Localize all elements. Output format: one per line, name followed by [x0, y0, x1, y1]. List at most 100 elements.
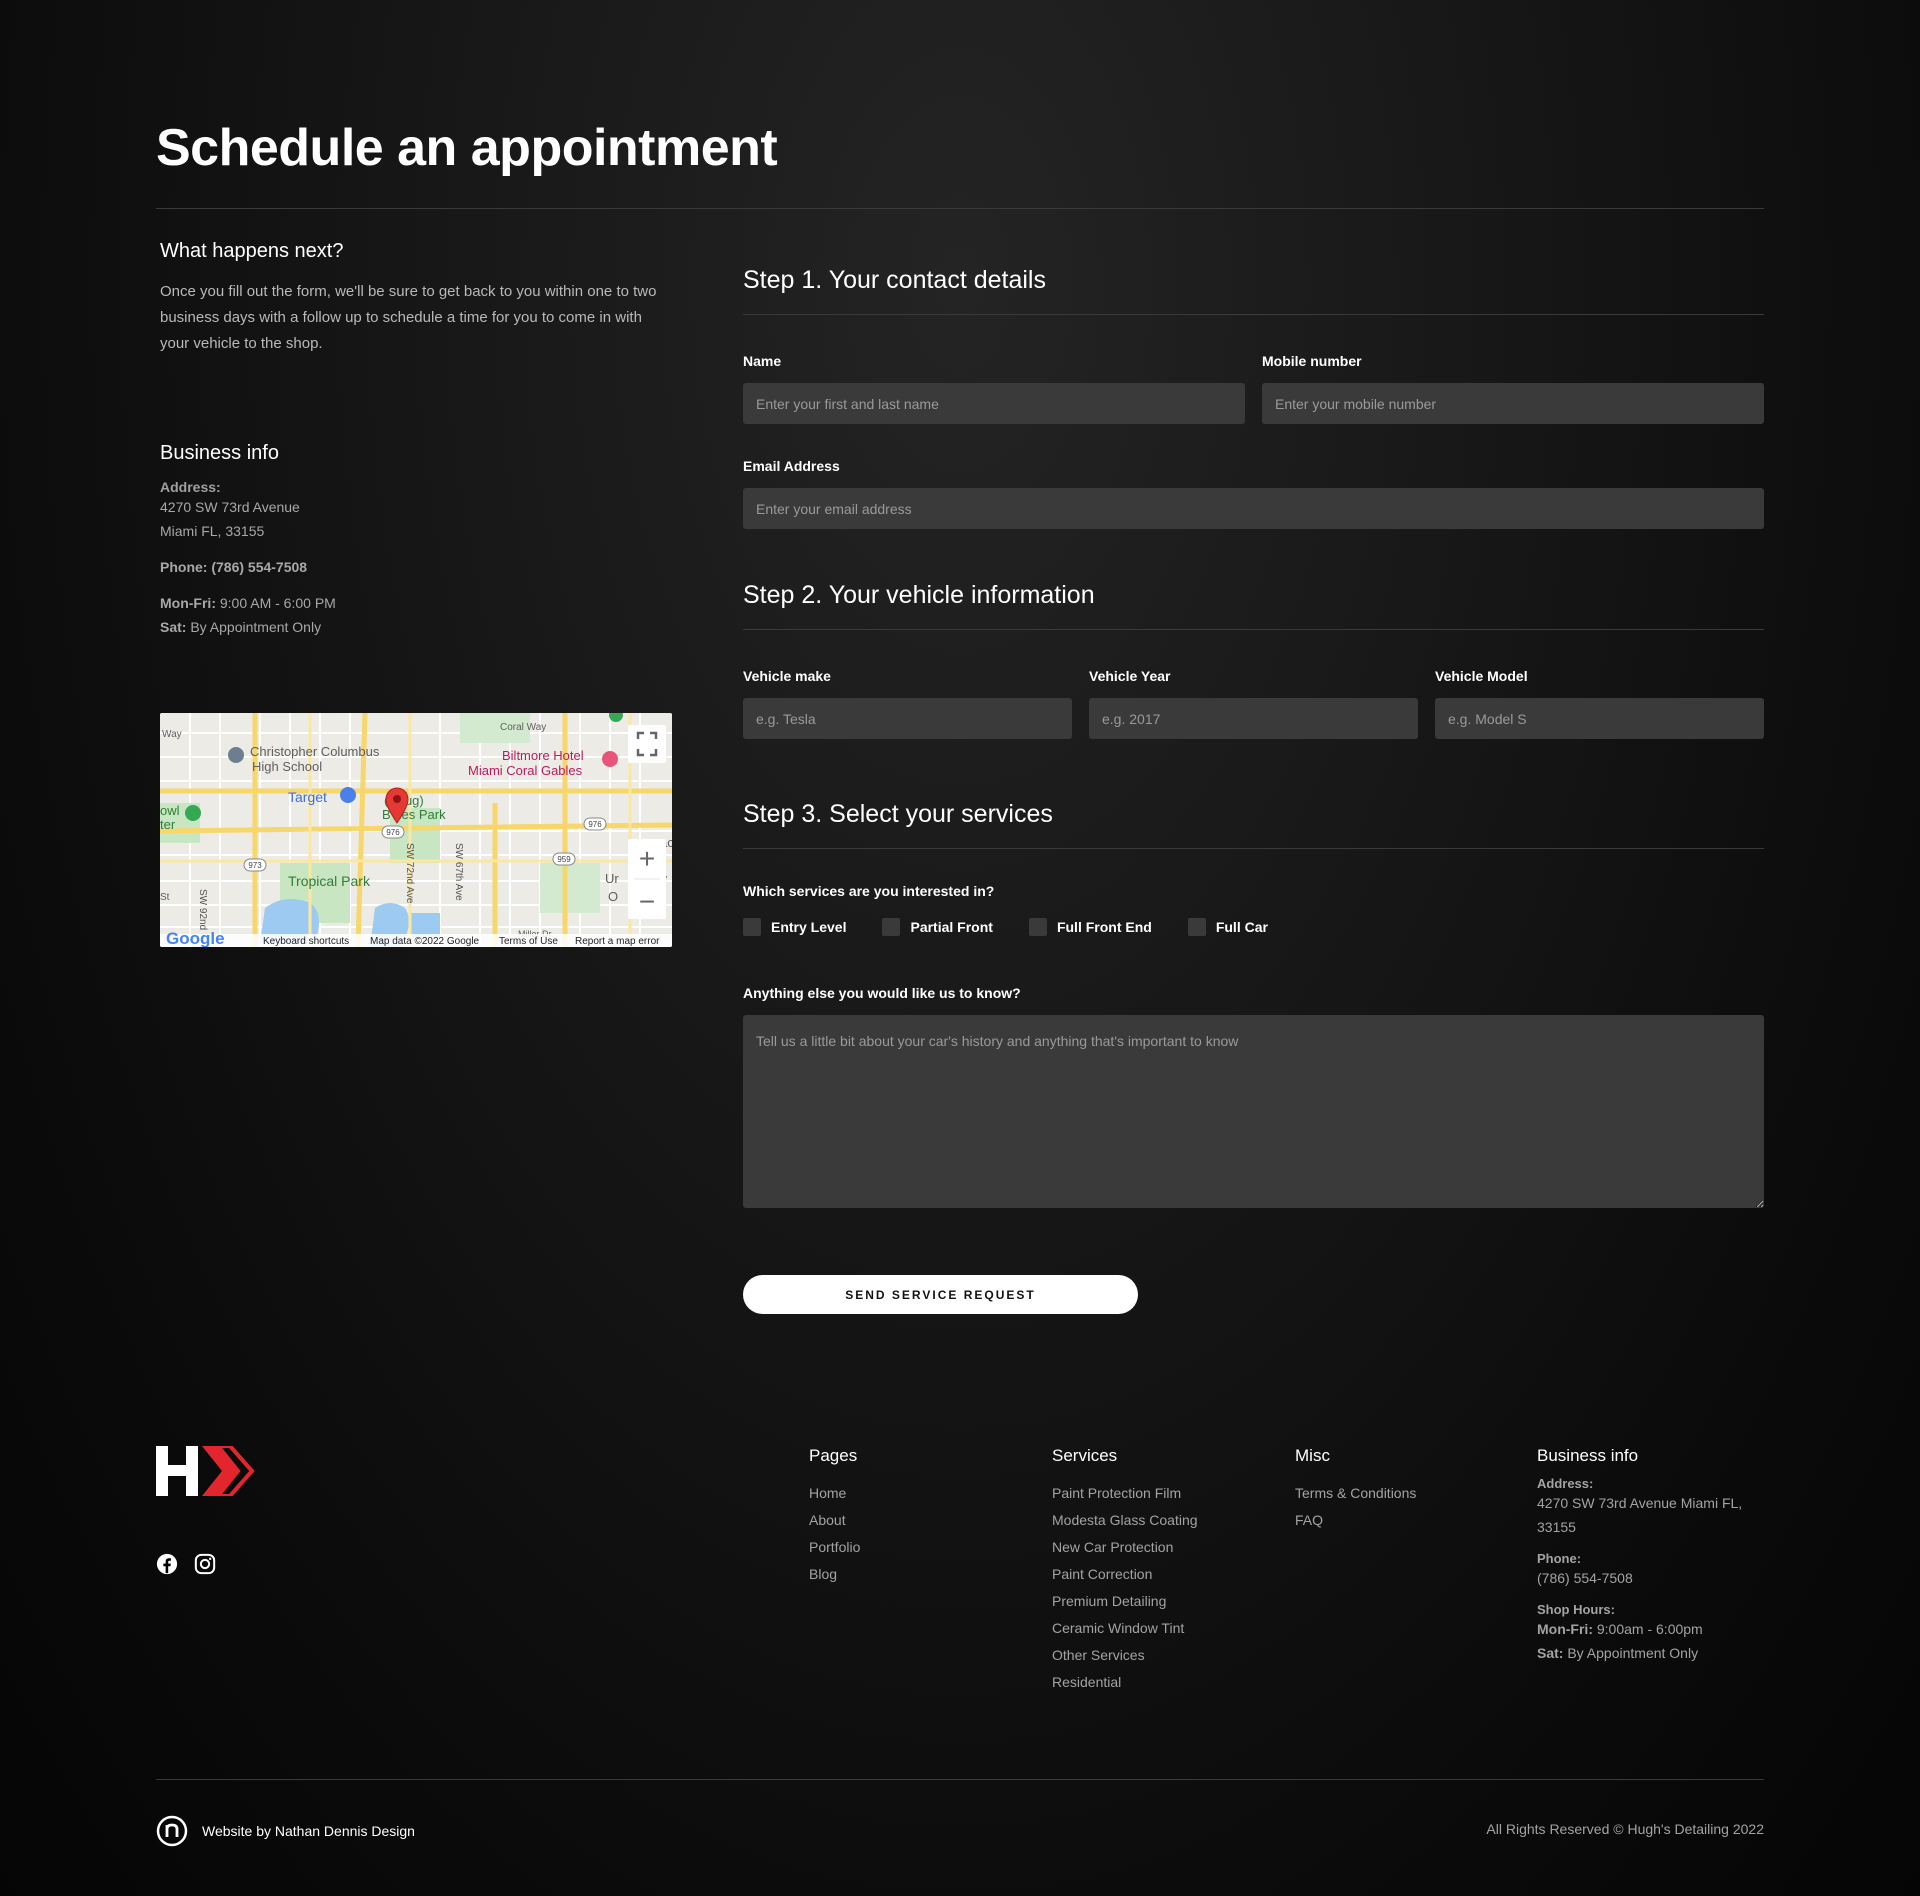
footer-link-service[interactable]: New Car Protection — [1052, 1534, 1198, 1561]
step3-divider — [743, 848, 1764, 849]
hours-sat-row: Sat: By Appointment Only — [160, 615, 672, 639]
google-map[interactable]: Coral Way Way Christopher Columbus High … — [160, 713, 672, 947]
services-checkbox-group: Entry Level Partial Front Full Front End… — [743, 918, 1304, 936]
footer-link-service[interactable]: Paint Correction — [1052, 1561, 1198, 1588]
hours-weekday-value: 9:00 AM - 6:00 PM — [219, 595, 336, 611]
map-footer-terms: Terms of Use — [499, 936, 558, 947]
address-line1: 4270 SW 73rd Avenue — [160, 499, 300, 515]
name-input[interactable] — [743, 383, 1245, 424]
map-label-target: Target — [288, 789, 327, 805]
nathan-dennis-logo-icon — [156, 1815, 188, 1847]
vehicle-model-label: Vehicle Model — [1435, 668, 1528, 684]
name-label: Name — [743, 353, 782, 369]
checkbox-label: Full Car — [1215, 919, 1268, 935]
footer-biz-heading: Business info — [1537, 1446, 1639, 1465]
footer-link-service[interactable]: Other Services — [1052, 1642, 1198, 1669]
notes-label: Anything else you would like us to know? — [743, 985, 1021, 1001]
footer-address-line2: 33155 — [1537, 1519, 1576, 1535]
copyright: All Rights Reserved © Hugh's Detailing 2… — [1486, 1821, 1764, 1837]
vehicle-make-label: Vehicle make — [743, 668, 831, 684]
email-input[interactable] — [743, 488, 1764, 529]
hours-sat-label: Sat: — [160, 619, 187, 635]
step1-title: Step 1. Your contact details — [743, 266, 1046, 294]
footer-link-service[interactable]: Ceramic Window Tint — [1052, 1615, 1198, 1642]
sidebar-business-info: Business info Address: 4270 SW 73rd Aven… — [160, 442, 672, 639]
facebook-icon[interactable] — [156, 1553, 178, 1575]
footer-phone-label: Phone: — [1537, 1551, 1582, 1566]
service-checkbox-full-car[interactable]: Full Car — [1187, 918, 1268, 936]
vehicle-model-input[interactable] — [1435, 698, 1764, 739]
footer-link-blog[interactable]: Blog — [809, 1561, 860, 1588]
footer-hours-label: Shop Hours: — [1537, 1602, 1615, 1617]
footer-hours-sat-value: By Appointment Only — [1567, 1645, 1699, 1661]
send-service-request-button[interactable]: SEND SERVICE REQUEST — [743, 1275, 1138, 1314]
footer-link-home[interactable]: Home — [809, 1480, 860, 1507]
footer-hours-weekday-label: Mon-Fri: — [1537, 1621, 1593, 1637]
hours-weekday-label: Mon-Fri: — [160, 595, 216, 611]
address-line2: Miami FL, 33155 — [160, 523, 265, 539]
footer-hours-sat: Sat: By Appointment Only — [1537, 1641, 1764, 1665]
footer-hours-sat-label: Sat: — [1537, 1645, 1564, 1661]
map-footer-shortcuts: Keyboard shortcuts — [263, 936, 349, 947]
checkbox[interactable] — [1028, 918, 1047, 936]
map-label-sw92: SW 92nd — [197, 889, 208, 930]
map-zoom-out-label: − — [639, 886, 655, 917]
footer-services: Services Paint Protection Film Modesta G… — [1052, 1446, 1198, 1696]
footer-link-service[interactable]: Modesta Glass Coating — [1052, 1507, 1198, 1534]
instagram-icon[interactable] — [194, 1553, 216, 1575]
footer-link-portfolio[interactable]: Portfolio — [809, 1534, 860, 1561]
map-footer-report: Report a map error — [575, 936, 660, 947]
footer-misc: Misc Terms & Conditions FAQ — [1295, 1446, 1416, 1534]
map-label-school-2: High School — [252, 759, 322, 774]
mobile-input[interactable] — [1262, 383, 1764, 424]
credit-text: Website by Nathan Dennis Design — [202, 1823, 415, 1839]
phone-value[interactable]: (786) 554-7508 — [211, 559, 307, 575]
vehicle-year-label: Vehicle Year — [1089, 668, 1171, 684]
map-label-st: St — [160, 892, 170, 903]
what-happens-next-text: Once you fill out the form, we'll be sur… — [160, 283, 657, 352]
hours-sat-value: By Appointment Only — [190, 619, 322, 635]
checkbox[interactable] — [1187, 918, 1206, 936]
service-checkbox-entry-level[interactable]: Entry Level — [743, 918, 846, 936]
service-checkbox-partial-front[interactable]: Partial Front — [882, 918, 993, 936]
footer-services-heading: Services — [1052, 1446, 1118, 1465]
vehicle-make-input[interactable] — [743, 698, 1072, 739]
map-label-biltmore-2: Miami Coral Gables — [468, 763, 583, 778]
address-label: Address: — [160, 479, 221, 495]
checkbox[interactable] — [743, 918, 761, 936]
what-happens-next-heading: What happens next? — [160, 240, 344, 262]
footer-link-service[interactable]: Premium Detailing — [1052, 1588, 1198, 1615]
google-logo: Google — [166, 929, 225, 947]
footer-link-service[interactable]: Paint Protection Film — [1052, 1480, 1198, 1507]
email-label: Email Address — [743, 458, 840, 474]
checkbox[interactable] — [882, 918, 901, 936]
service-checkbox-full-front-end[interactable]: Full Front End — [1028, 918, 1152, 936]
hd-logo — [156, 1444, 255, 1498]
footer-address-label: Address: — [1537, 1476, 1594, 1491]
map-label-u1: Ur — [605, 871, 619, 886]
hours-weekday-row: Mon-Fri: 9:00 AM - 6:00 PM — [160, 591, 672, 615]
checkbox-label: Partial Front — [910, 919, 993, 935]
footer-business-info: Business info Address: 4270 SW 73rd Aven… — [1537, 1446, 1764, 1665]
social-links — [156, 1553, 216, 1575]
footer-link-terms[interactable]: Terms & Conditions — [1295, 1480, 1416, 1507]
footer-link-about[interactable]: About — [809, 1507, 860, 1534]
footer-link-service[interactable]: Residential — [1052, 1669, 1198, 1696]
business-info-heading: Business info — [160, 442, 279, 464]
credit-link[interactable]: Website by Nathan Dennis Design — [156, 1815, 415, 1847]
mobile-label: Mobile number — [1262, 353, 1362, 369]
title-divider — [156, 208, 1764, 209]
footer-address-line1: 4270 SW 73rd Avenue Miami FL, — [1537, 1495, 1743, 1511]
checkbox-label: Full Front End — [1056, 919, 1152, 935]
footer-phone-value[interactable]: (786) 554-7508 — [1537, 1566, 1764, 1590]
step1-divider — [743, 314, 1764, 315]
footer-hours-weekday: Mon-Fri: 9:00am - 6:00pm — [1537, 1617, 1764, 1641]
map-footer-data: Map data ©2022 Google — [370, 936, 480, 947]
map-label-owl: owl — [160, 803, 180, 818]
vehicle-year-input[interactable] — [1089, 698, 1418, 739]
step2-divider — [743, 629, 1764, 630]
map-route-959: 959 — [557, 855, 571, 864]
footer-logo[interactable] — [156, 1444, 260, 1501]
notes-textarea[interactable] — [743, 1015, 1764, 1208]
footer-link-faq[interactable]: FAQ — [1295, 1507, 1416, 1534]
